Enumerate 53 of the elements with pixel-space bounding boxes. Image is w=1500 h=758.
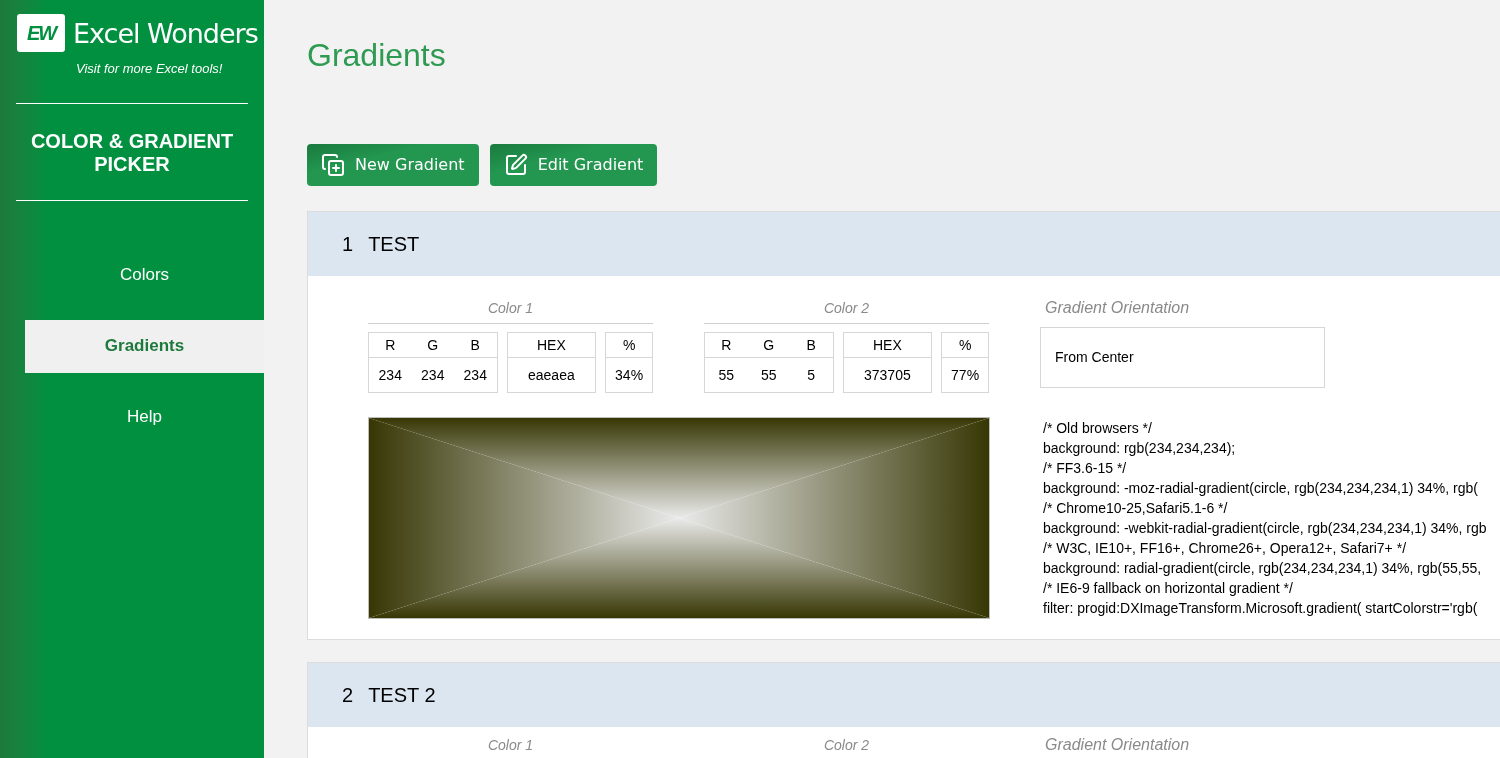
orientation-label: Gradient Orientation (1044, 735, 1191, 755)
card-title: TEST (368, 232, 420, 257)
css-code-line: background: -webkit-radial-gradient(circle, rgb(234,234,234,1) 34%, rgb (1043, 519, 1487, 538)
value-cell-text: 234 (377, 365, 403, 385)
column-header: R (720, 335, 733, 355)
css-code-line: background: radial-gradient(circle, rgb(234,234,234,1) 34%, rgb(55,55, (1043, 559, 1483, 578)
css-code-line: /* Chrome10-25,Safari5.1-6 */ (1043, 499, 1229, 518)
column-header: B (469, 335, 481, 355)
color-label: Color 2 (704, 298, 989, 324)
logo-mark: EW (17, 14, 65, 52)
column-header: B (805, 335, 817, 355)
nav-item[interactable]: Gradients (25, 319, 264, 373)
value-cell-text: eaeaea (527, 365, 576, 385)
value-cell-text: 55 (759, 365, 778, 385)
css-code-line: /* IE6-9 fallback on horizontal gradient */ (1043, 579, 1294, 598)
card-title: TEST 2 (368, 683, 436, 708)
documents-plus-icon (321, 153, 345, 177)
toolbar-button[interactable]: Edit Gradient (489, 144, 658, 186)
column-header: % (942, 333, 988, 358)
column-header: HEX (507, 333, 596, 358)
css-code-line: /* Old browsers */ (1043, 419, 1153, 438)
orientation-label: Gradient Orientation (1044, 298, 1191, 318)
orientation-field[interactable]: From Center (1040, 327, 1325, 388)
css-code-line: background: -moz-radial-gradient(circle, rgb(234,234,234,1) 34%, rgb( (1043, 479, 1479, 498)
value-cell-text: 55 (717, 365, 736, 385)
color-label: Color 2 (704, 735, 989, 758)
card-number: 1 (342, 232, 354, 257)
column-header: % (606, 333, 652, 358)
nav-item[interactable]: Help (25, 390, 264, 444)
css-code-line: filter: progid:DXImageTransform.Microsoft.gradient( startColorstr='rgb( (1043, 599, 1479, 618)
value-cell-text: 373705 (863, 365, 912, 385)
column-header: HEX (843, 333, 932, 358)
edit-icon (503, 153, 528, 177)
page-title: Gradients (307, 36, 447, 74)
value-cell-text: 234 (462, 365, 488, 385)
card-number: 2 (342, 683, 354, 708)
column-header: G (426, 335, 440, 355)
column-header: G (762, 335, 776, 355)
value-cell-text: 34% (614, 365, 645, 385)
color-label: Color 1 (368, 298, 653, 324)
brand-tagline[interactable]: Visit for more Excel tools! (0, 59, 264, 79)
brand-name: Excel Wonders (73, 19, 258, 47)
value-cell-text: 77% (950, 365, 981, 385)
css-code-line: background: rgb(234,234,234); (1043, 439, 1237, 458)
toolbar-button[interactable]: New Gradient (307, 144, 479, 186)
nav-item[interactable]: Colors (25, 248, 264, 302)
value-cell-text: 234 (420, 365, 446, 385)
css-code-line: /* W3C, IE10+, FF16+, Chrome26+, Opera12+, Safari7+ */ (1043, 539, 1408, 558)
app-title: COLOR & GRADIENT PICKER (29, 129, 235, 176)
value-cell-text: 5 (806, 365, 817, 385)
css-code-line: /* FF3.6-15 */ (1043, 459, 1128, 478)
color-label: Color 1 (368, 735, 653, 758)
column-header: R (384, 335, 397, 355)
